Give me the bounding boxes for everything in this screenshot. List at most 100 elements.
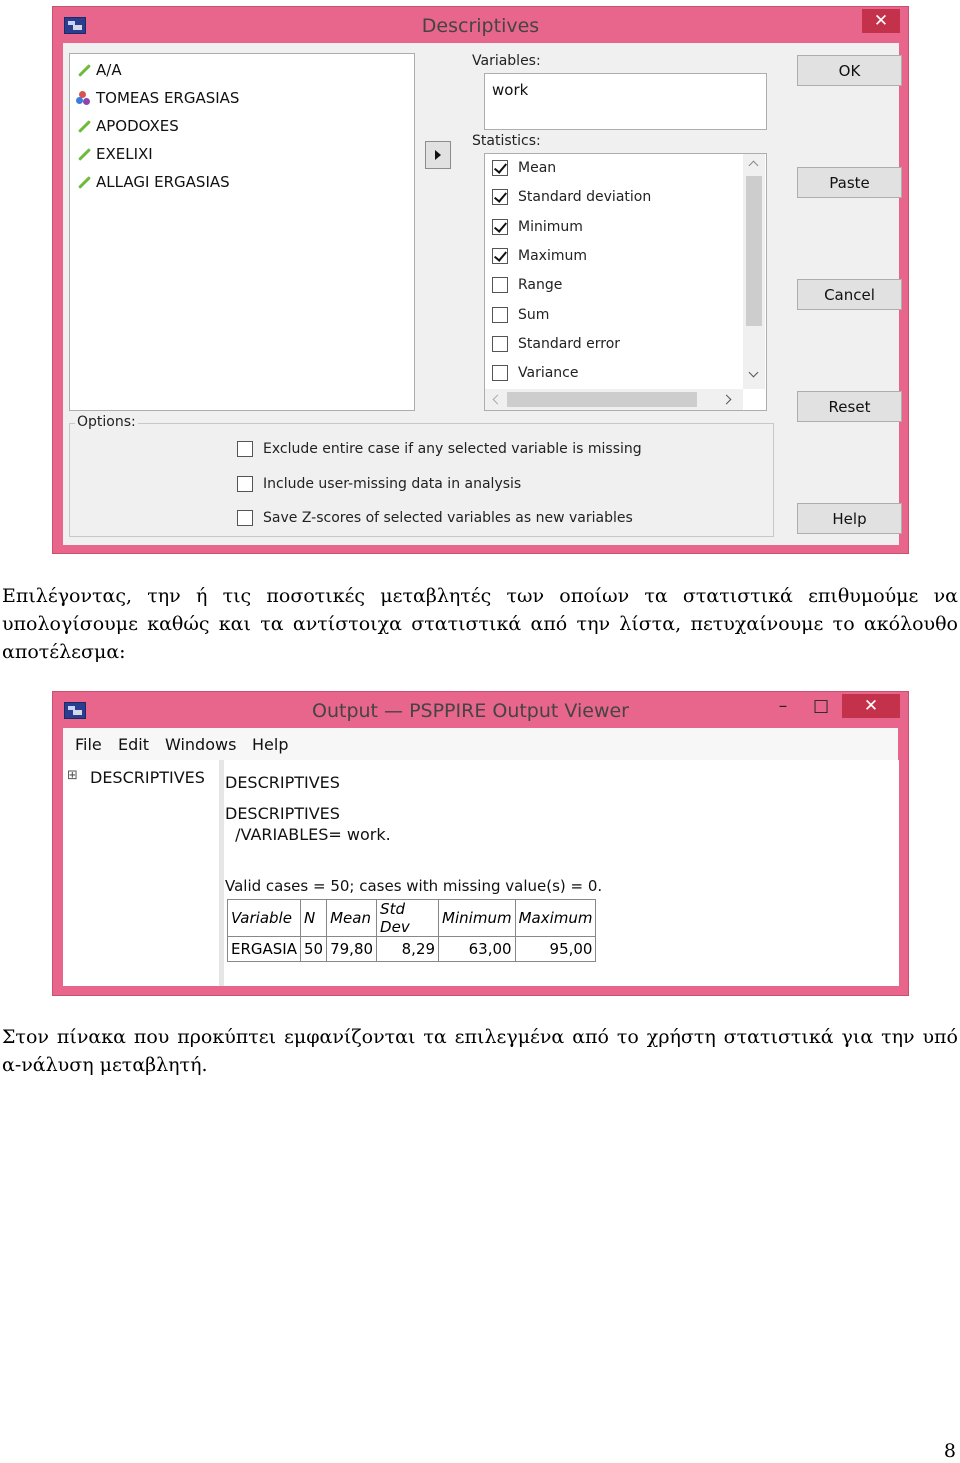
menu-help[interactable]: Help (252, 735, 288, 754)
variable-name: TOMEAS ERGASIAS (96, 89, 240, 107)
output-heading: DESCRIPTIVES (225, 773, 340, 792)
paragraph-intro: Επιλέγοντας, την ή τις ποσοτικές μεταβλη… (2, 585, 958, 663)
col-header-maximum: Maximum (514, 899, 597, 937)
variables-label: Variables: (472, 53, 541, 69)
menu-edit[interactable]: Edit (118, 735, 149, 754)
statistic-label: Standard error (518, 335, 621, 352)
option-label: Exclude entire case if any selected vari… (263, 441, 642, 457)
scroll-right-icon[interactable] (721, 394, 732, 405)
statistic-option[interactable]: Range (492, 277, 562, 294)
tree-expand-icon[interactable]: ⊞ (67, 768, 78, 783)
horizontal-scroll-thumb[interactable] (507, 392, 697, 407)
scroll-up-icon[interactable] (748, 160, 759, 171)
statistic-option[interactable]: Variance (492, 365, 579, 382)
statistic-option[interactable]: Maximum (492, 247, 587, 264)
statistic-checkbox[interactable] (492, 189, 508, 206)
selected-variable-item[interactable]: work (492, 81, 528, 99)
statistic-checkbox[interactable] (492, 335, 508, 352)
cell-minimum: 63,00 (438, 936, 516, 962)
cell-variable: ERGASIA (227, 936, 301, 962)
output-viewer-window: Output — PSPPIRE Output Viewer – □ ✕ Fil… (52, 691, 909, 996)
cell-n: 50 (299, 936, 328, 962)
output-tree-pane: ⊞ DESCRIPTIVES (63, 760, 219, 986)
option-checkbox[interactable] (237, 441, 253, 457)
col-header-mean: Mean (326, 899, 378, 937)
help-button[interactable]: Help (797, 503, 902, 534)
option-checkbox[interactable] (237, 475, 253, 492)
statistic-option[interactable]: Standard error (492, 335, 621, 352)
transfer-arrow-button[interactable] (425, 141, 451, 169)
statistic-label: Maximum (518, 247, 587, 264)
statistic-option[interactable]: Minimum (492, 218, 583, 235)
statistic-checkbox[interactable] (492, 365, 508, 382)
option-row[interactable]: Exclude entire case if any selected vari… (237, 441, 642, 457)
reset-button[interactable]: Reset (797, 391, 902, 422)
option-label: Include user-missing data in analysis (263, 475, 522, 492)
scroll-down-icon[interactable] (748, 367, 759, 378)
statistic-label: Sum (518, 306, 550, 323)
dialog-client-area: A/A TOMEAS ERGASIAS APODOXES EXELIXI ALLAGI … (63, 43, 902, 545)
menu-file[interactable]: File (75, 735, 102, 754)
selected-variables-list[interactable]: work (484, 73, 767, 130)
list-item[interactable]: ALLAGI ERGASIAS (76, 171, 230, 193)
scale-pencil-icon (76, 119, 90, 133)
statistic-checkbox[interactable] (492, 247, 508, 264)
list-item[interactable]: A/A (76, 59, 122, 81)
syntax-variables: /VARIABLES= work. (225, 825, 391, 844)
col-header-minimum: Minimum (438, 899, 516, 937)
dialog-close-button[interactable]: ✕ (862, 9, 900, 33)
statistic-checkbox[interactable] (492, 160, 508, 176)
table-row: ERGASIA 50 79,80 8,29 63,00 95,00 (227, 936, 597, 962)
source-variable-list[interactable]: A/A TOMEAS ERGASIAS APODOXES EXELIXI ALLAGI … (69, 53, 415, 411)
table-header-row: Variable N Mean Std Dev Minimum Maximum (227, 899, 597, 937)
option-row[interactable]: Include user-missing data in analysis (237, 475, 522, 492)
arrow-right-icon (435, 150, 441, 160)
col-header-stddev: Std Dev (376, 899, 440, 937)
statistics-list: Mean Standard deviation Minimum Maximum Rang… (484, 153, 767, 411)
option-row[interactable]: Save Z-scores of selected variables as n… (237, 510, 633, 526)
output-close-button[interactable]: ✕ (842, 694, 900, 718)
cancel-button[interactable]: Cancel (797, 279, 902, 310)
statistic-option[interactable]: Mean (492, 160, 556, 176)
menu-windows[interactable]: Windows (165, 735, 236, 754)
output-client-area: ⊞ DESCRIPTIVES DESCRIPTIVES DESCRIPTIVES… (63, 760, 899, 986)
syntax-command: DESCRIPTIVES (225, 804, 340, 823)
valid-cases-line: Valid cases = 50; cases with missing val… (225, 877, 603, 895)
option-label: Save Z-scores of selected variables as n… (263, 510, 633, 526)
col-header-variable: Variable (227, 899, 301, 937)
list-item[interactable]: APODOXES (76, 115, 179, 137)
statistic-option[interactable]: Standard deviation (492, 189, 651, 206)
statistic-checkbox[interactable] (492, 277, 508, 294)
statistic-checkbox[interactable] (492, 218, 508, 235)
statistic-label: Mean (518, 160, 557, 176)
dialog-titlebar[interactable]: Descriptives ✕ (53, 7, 908, 43)
cell-maximum: 95,00 (514, 936, 597, 962)
scroll-left-icon[interactable] (492, 394, 503, 405)
option-checkbox[interactable] (237, 510, 253, 526)
statistic-label: Minimum (518, 218, 583, 235)
statistics-vertical-scrollbar[interactable] (743, 154, 765, 389)
nominal-balls-icon (76, 91, 90, 105)
cell-mean: 79,80 (326, 936, 378, 962)
minimize-button[interactable]: – (765, 694, 801, 718)
output-content-pane: DESCRIPTIVES DESCRIPTIVES /VARIABLES= wo… (224, 760, 899, 986)
page-number: 8 (943, 1440, 956, 1462)
statistics-label: Statistics: (472, 133, 541, 149)
output-titlebar[interactable]: Output — PSPPIRE Output Viewer – □ ✕ (53, 692, 908, 728)
list-item[interactable]: EXELIXI (76, 143, 153, 165)
paragraph-result: Στον πίνακα που προκύπτει εμφανίζονται τ… (2, 1026, 958, 1076)
list-item[interactable]: TOMEAS ERGASIAS (76, 87, 239, 109)
scale-pencil-icon (76, 63, 90, 77)
maximize-button[interactable]: □ (803, 694, 839, 718)
ok-button[interactable]: OK (797, 55, 902, 86)
variable-name: EXELIXI (96, 145, 153, 163)
scale-pencil-icon (76, 147, 90, 161)
vertical-scroll-thumb[interactable] (746, 176, 762, 326)
paste-button[interactable]: Paste (797, 167, 902, 198)
statistic-label: Variance (518, 365, 579, 382)
tree-item-descriptives[interactable]: DESCRIPTIVES (90, 768, 205, 787)
statistics-horizontal-scrollbar[interactable] (485, 389, 743, 410)
variable-name: ALLAGI ERGASIAS (96, 173, 230, 191)
statistic-option[interactable]: Sum (492, 306, 550, 323)
statistic-checkbox[interactable] (492, 306, 508, 323)
